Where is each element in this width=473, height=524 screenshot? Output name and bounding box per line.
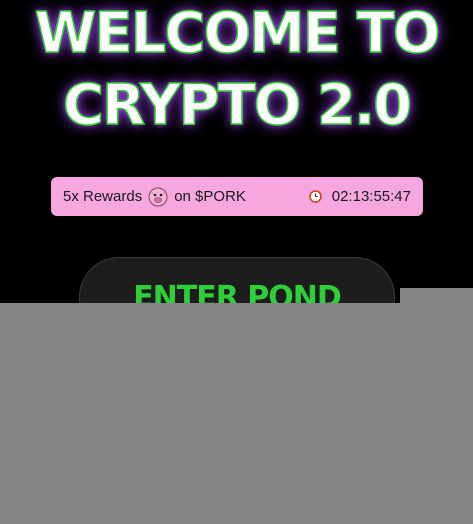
token-text: on $PORK — [174, 188, 246, 205]
countdown-timer: 02:13:55:47 — [331, 188, 411, 205]
gray-overlay — [0, 303, 473, 524]
promo-timer: 02:13:55:47 — [308, 188, 411, 205]
promo-banner: 5x Rewards on $PORK 02:13:55:47 — [51, 177, 423, 216]
clock-icon — [308, 190, 322, 203]
hero-title-line-2: CRYPTO 2.0 — [62, 73, 413, 138]
promo-rewards: 5x Rewards on $PORK — [63, 187, 309, 207]
hero-title-line-1: WELCOME TO — [34, 1, 441, 66]
gray-overlay-top — [400, 288, 473, 304]
rewards-text: 5x Rewards — [63, 188, 143, 205]
pig-icon — [148, 187, 168, 207]
